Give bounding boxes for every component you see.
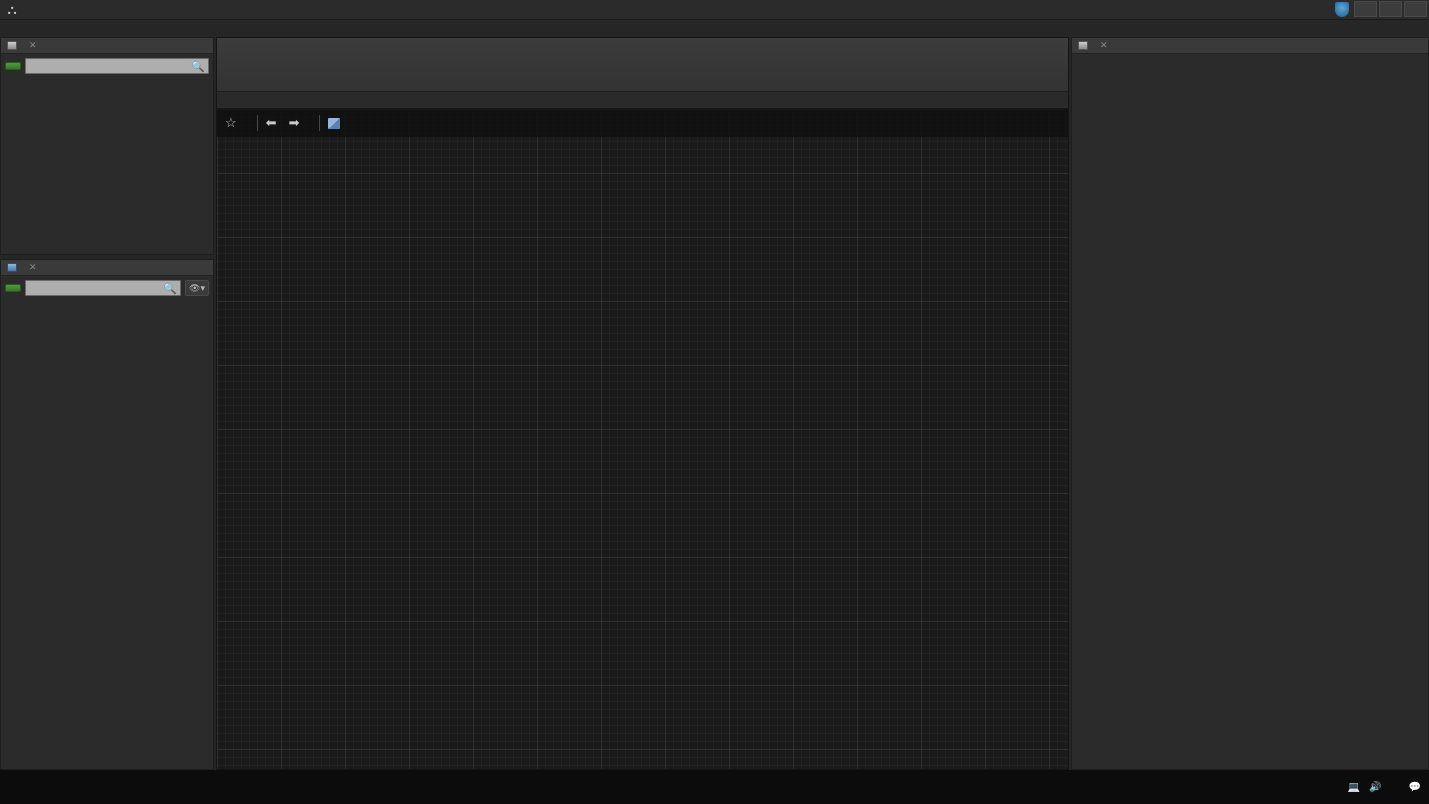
my-blueprint-toolbar: 🔍 👁▾	[1, 276, 213, 300]
close-icon[interactable]: ✕	[29, 262, 37, 273]
graph-nodes[interactable]	[217, 109, 1068, 769]
my-blueprint-search-input[interactable]: 🔍	[25, 280, 181, 296]
divider	[319, 115, 321, 131]
components-search-input[interactable]: 🔍	[25, 58, 209, 74]
components-tree[interactable]	[1, 78, 213, 82]
components-icon	[7, 41, 17, 50]
breadcrumb[interactable]	[347, 116, 357, 131]
blueprint-toolbar[interactable]	[217, 38, 1068, 92]
document-tab-bar[interactable]	[217, 92, 1068, 109]
maximize-button[interactable]	[1379, 1, 1402, 17]
my-blueprint-panel-tab[interactable]: ✕	[1, 260, 213, 276]
details-icon	[1078, 41, 1088, 50]
visibility-options-button[interactable]: 👁▾	[185, 280, 209, 296]
search-icon: 🔍	[163, 283, 177, 295]
star-icon[interactable]: ☆	[225, 115, 237, 131]
volume-icon[interactable]: 🔊	[1369, 782, 1381, 793]
event-graph-canvas[interactable]: ☆ ⬅ ➡	[217, 109, 1068, 769]
network-icon[interactable]: 💻	[1348, 782, 1360, 793]
close-button[interactable]	[1404, 1, 1427, 17]
details-panel-tab[interactable]: ✕	[1072, 38, 1428, 54]
blueprint-editor: ☆ ⬅ ➡	[216, 37, 1069, 770]
source-control-icon[interactable]	[1335, 2, 1349, 17]
arrow-right-icon[interactable]: ➡	[289, 115, 300, 131]
unreal-editor-window: ⛬ ✕ 🔍 ✕ 🔍 👁▾ ☆ ⬅ ➡ ✕ 💻 🔊 💬	[0, 0, 1429, 804]
minimize-button[interactable]	[1354, 1, 1377, 17]
my-blueprint-panel: ✕ 🔍 👁▾	[0, 259, 214, 770]
blueprint-icon	[7, 263, 17, 272]
details-panel: ✕	[1071, 37, 1429, 770]
close-icon[interactable]: ✕	[1100, 40, 1108, 51]
windows-taskbar[interactable]: 💻 🔊 💬	[0, 770, 1429, 804]
graph-breadcrumb-bar: ☆ ⬅ ➡	[217, 109, 1068, 137]
components-panel-tab[interactable]: ✕	[1, 38, 213, 54]
system-tray[interactable]: 💻 🔊 💬	[1339, 781, 1429, 793]
close-icon[interactable]: ✕	[29, 40, 37, 51]
arrow-left-icon[interactable]: ⬅	[266, 115, 277, 131]
search-icon: 🔍	[191, 61, 205, 73]
unreal-logo-icon: ⛬	[7, 2, 17, 17]
window-controls[interactable]	[1354, 1, 1427, 17]
components-panel: ✕ 🔍	[0, 37, 214, 255]
menu-bar[interactable]	[0, 20, 1429, 37]
title-bar: ⛬	[0, 0, 1429, 20]
divider	[256, 115, 258, 131]
add-new-button[interactable]	[5, 284, 21, 292]
notification-icon[interactable]: 💬	[1409, 782, 1421, 793]
add-component-button[interactable]	[5, 62, 21, 70]
components-toolbar: 🔍	[1, 54, 213, 78]
graph-icon	[328, 117, 341, 129]
